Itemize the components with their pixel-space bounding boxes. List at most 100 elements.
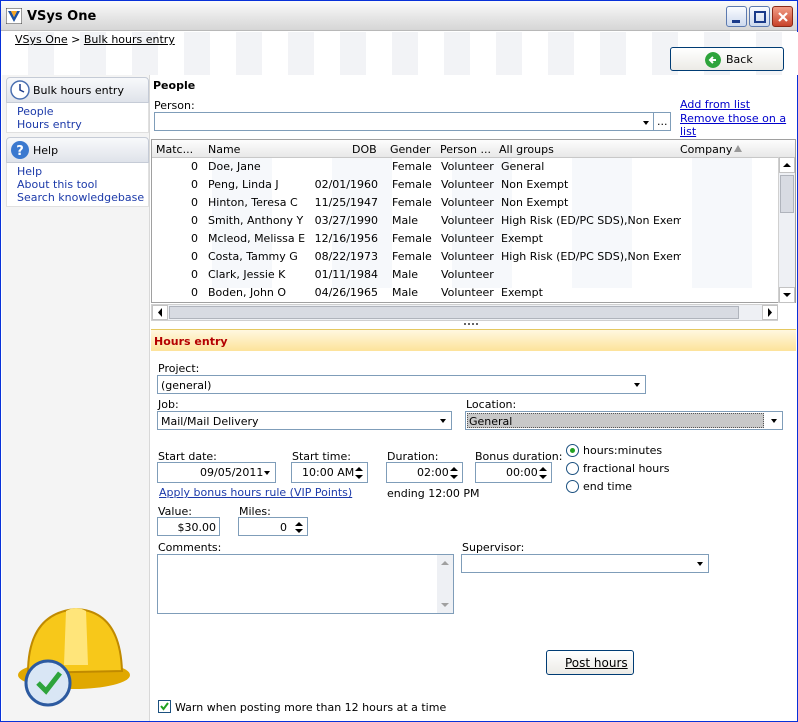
minimize-button[interactable] [726,6,747,27]
sidebar-item-about[interactable]: About this tool [7,178,148,191]
cell-groups: High Risk (ED/PC SDS),Non Exempt [501,214,681,227]
column-header-person-type[interactable]: Person ... [440,143,496,156]
remove-on-list-link[interactable]: Remove those on a list [680,112,798,138]
radio-fractional-hours[interactable] [566,462,579,475]
cell-match: 0 [191,178,198,191]
scroll-right-icon[interactable] [762,305,778,320]
cell-dob: 04/26/1965 [314,286,378,299]
sidebar-section-title: Help [33,144,59,157]
sidebar-item-hours-entry[interactable]: Hours entry [7,118,148,131]
value-input[interactable]: $30.00 [157,517,220,536]
chevron-down-icon [697,562,703,566]
cell-name: Mcleod, Melissa E [208,232,306,245]
radio-hours-minutes[interactable] [566,444,579,457]
sidebar-links-bulk: People Hours entry [6,103,149,133]
close-button[interactable] [772,6,793,27]
column-header-gender[interactable]: Gender [390,143,434,156]
location-combo[interactable]: General [465,411,783,430]
people-section-title: People [153,79,196,92]
close-icon [778,12,788,22]
add-from-list-link[interactable]: Add from list [680,98,750,111]
bonus-duration-spinner[interactable]: 00:00 [475,462,552,483]
sidebar-item-people[interactable]: People [7,105,148,118]
breadcrumb-root-link[interactable]: VSys One [15,33,68,46]
cell-dob: 11/25/1947 [314,196,378,209]
column-header-match[interactable]: Matc... [156,143,198,156]
table-row[interactable]: 0 Mcleod, Melissa E 12/16/1956 Female Vo… [152,230,780,248]
cell-gender: Male [392,286,419,299]
cell-groups: Exempt [501,286,543,299]
comments-label: Comments: [158,541,222,554]
spinner-arrows-icon[interactable] [536,464,550,480]
comments-scrollbar[interactable] [437,555,453,613]
cell-gender: Female [392,178,432,191]
table-row[interactable]: 0 Clark, Jessie K 01/11/1984 Male Volunt… [152,266,780,284]
title-bar[interactable]: VSys One [1,1,797,31]
sidebar-section-help[interactable]: ? Help [6,137,149,163]
table-row[interactable]: 0 Hinton, Teresa C 11/25/1947 Female Vol… [152,194,780,212]
start-date-picker[interactable]: 09/05/2011 [157,462,276,483]
start-time-spinner[interactable]: 10:00 AM [291,462,368,483]
cell-gender: Male [392,214,419,227]
hours-entry-title: Hours entry [154,335,228,348]
cell-match: 0 [191,232,198,245]
column-header-name[interactable]: Name [208,143,308,156]
hscroll-thumb[interactable] [169,306,739,319]
person-more-button[interactable]: ... [653,112,671,131]
location-label: Location: [466,398,517,411]
sidebar-section-bulk-hours[interactable]: Bulk hours entry [6,77,149,103]
comments-textarea[interactable] [157,554,454,614]
scroll-down-icon[interactable] [437,597,453,613]
scroll-thumb[interactable] [780,175,794,213]
column-header-groups[interactable]: All groups [499,143,619,156]
people-grid[interactable]: Matc... Name DOB Gender Person ... All g… [151,139,796,303]
scroll-left-icon[interactable] [152,305,168,320]
duration-spinner[interactable]: 02:00 [386,462,463,483]
project-combo[interactable]: (general) [157,375,646,394]
table-row[interactable]: 0 Doe, Jane Female Volunteer General [152,158,780,176]
warn-checkbox[interactable] [158,700,171,713]
spinner-arrows-icon[interactable] [292,519,306,535]
splitter-grip-icon[interactable] [463,322,479,326]
sidebar-section-title: Bulk hours entry [33,84,124,97]
apply-bonus-rule-link[interactable]: Apply bonus hours rule (VIP Points) [159,486,352,499]
cell-dob: 02/01/1960 [314,178,378,191]
table-row[interactable]: 0 Costa, Tammy G 08/22/1973 Female Volun… [152,248,780,266]
post-hours-button[interactable]: Post hours [546,650,634,675]
scroll-up-icon[interactable] [779,157,795,173]
sidebar-item-search-kb[interactable]: Search knowledgebase [7,191,148,204]
scroll-down-icon[interactable] [779,287,795,303]
table-row[interactable]: 0 Smith, Anthony Y 03/27/1990 Male Volun… [152,212,780,230]
job-combo[interactable]: Mail/Mail Delivery [157,411,452,430]
post-hours-label: Post hours [565,656,628,670]
cell-name: Hinton, Teresa C [208,196,298,209]
chevron-down-icon [771,419,777,423]
more-dots-label: ... [657,115,668,128]
back-arrow-icon [705,52,721,68]
radio-end-time-label: end time [583,480,633,493]
spinner-arrows-icon[interactable] [352,464,366,480]
grid-header: Matc... Name DOB Gender Person ... All g… [152,140,795,158]
scroll-up-icon[interactable] [437,555,453,571]
table-row[interactable]: 0 Boden, John O 04/26/1965 Male Voluntee… [152,284,780,302]
radio-end-time[interactable] [566,480,579,493]
grid-horizontal-scrollbar[interactable] [151,304,778,321]
grid-vertical-scrollbar[interactable] [778,157,795,303]
ending-text: ending 12:00 PM [387,487,480,500]
cell-match: 0 [191,286,198,299]
back-button[interactable]: Back [670,47,784,71]
table-row[interactable]: 0 Peng, Linda J 02/01/1960 Female Volunt… [152,176,780,194]
spinner-arrows-icon[interactable] [447,464,461,480]
person-label: Person: [154,99,195,112]
miles-spinner[interactable]: 0 [238,517,308,536]
chevron-down-icon [643,121,649,125]
maximize-button[interactable] [749,6,770,27]
person-combo[interactable] [154,112,671,131]
cell-name: Peng, Linda J [208,178,279,191]
supervisor-combo[interactable] [461,554,709,573]
column-header-company[interactable]: Company [680,143,740,156]
breadcrumb-current-link[interactable]: Bulk hours entry [84,33,175,46]
sidebar-item-help[interactable]: Help [7,165,148,178]
cell-name: Clark, Jessie K [208,268,286,281]
column-header-dob[interactable]: DOB [352,143,377,156]
